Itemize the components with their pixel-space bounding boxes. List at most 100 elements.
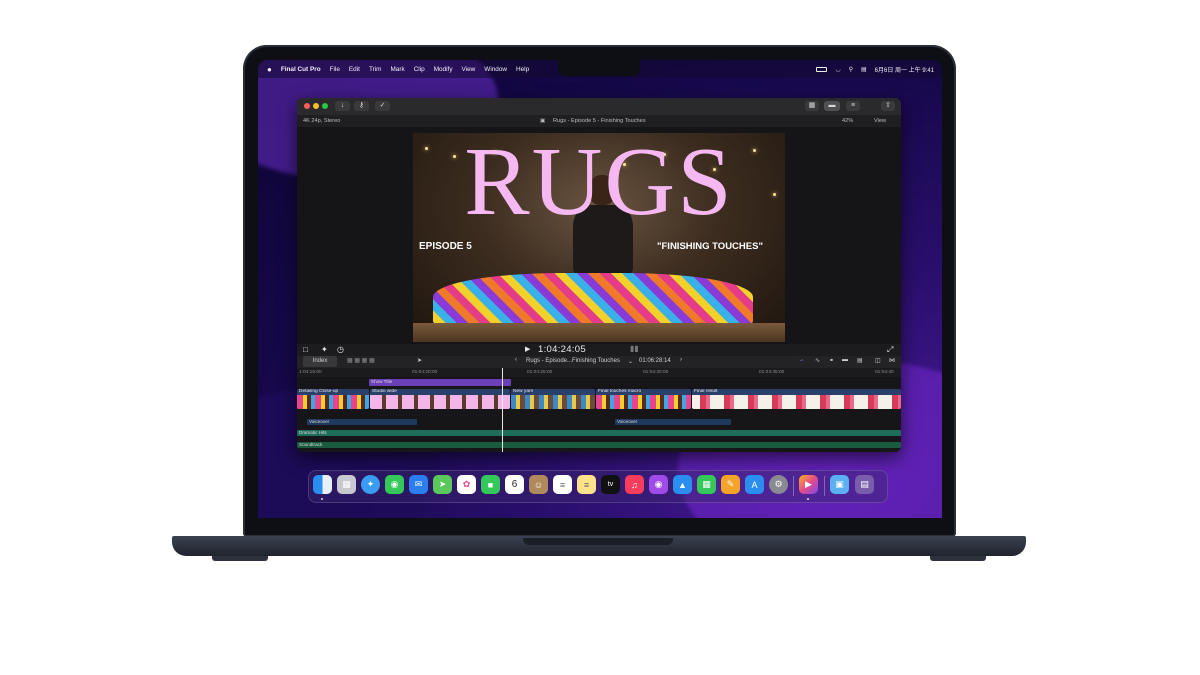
wifi-icon[interactable]: ◡ xyxy=(835,66,840,73)
messages-icon[interactable]: ◉ xyxy=(385,475,404,494)
menu-mark[interactable]: Mark xyxy=(390,66,404,73)
numbers-icon[interactable]: ▦ xyxy=(697,475,716,494)
downloads-folder-icon[interactable]: ▣ xyxy=(830,475,849,494)
menu-window[interactable]: Window xyxy=(484,66,507,73)
timeline-ruler[interactable]: 1:04:15:00 01:04:20:00 01:04:25:00 01:04… xyxy=(297,368,901,377)
running-indicator xyxy=(321,498,323,500)
share-icon: ⇧ xyxy=(885,102,891,109)
app-menu[interactable]: Final Cut Pro xyxy=(281,66,321,73)
music-clip[interactable]: Dramatic Hits xyxy=(297,430,901,436)
menu-file[interactable]: File xyxy=(330,66,340,73)
select-tool-icon[interactable]: ➤ xyxy=(417,357,422,364)
finder-icon[interactable] xyxy=(313,475,332,494)
retime-speed-icon[interactable]: ◷ xyxy=(337,345,344,354)
music-icon[interactable]: ♫ xyxy=(625,475,644,494)
menu-clip[interactable]: Clip xyxy=(414,66,425,73)
mail-icon[interactable]: ✉ xyxy=(409,475,428,494)
apple-menu-icon[interactable]: ● xyxy=(267,65,272,74)
transitions-browser-icon[interactable]: ⋈ xyxy=(889,357,895,364)
voiceover-clip[interactable]: Voiceover xyxy=(615,419,731,425)
minimize-window-button[interactable] xyxy=(313,103,319,109)
system-settings-icon[interactable]: ⚙ xyxy=(769,475,788,494)
contacts-icon[interactable]: ☺ xyxy=(529,475,548,494)
calendar-icon[interactable]: 6 xyxy=(505,475,524,494)
tv-icon[interactable]: tv xyxy=(601,475,620,494)
control-center-icon[interactable]: ▤ xyxy=(861,66,867,73)
video-clip[interactable]: Final result xyxy=(692,389,901,409)
timeline-project-name[interactable]: Rugs - Episode...Finishing Touches xyxy=(526,358,620,364)
ruler-tick: 01:04:30:00 xyxy=(643,370,669,375)
viewer-view-menu[interactable]: View xyxy=(874,118,886,124)
sliders-icon: ≡ xyxy=(850,102,856,109)
clip-appearance-icon[interactable]: ▤ xyxy=(857,357,863,364)
dock-divider xyxy=(824,476,825,496)
trash-icon[interactable]: ▤ xyxy=(855,475,874,494)
notes-icon[interactable]: ≡ xyxy=(577,475,596,494)
keywords-button[interactable]: ⚷ xyxy=(354,101,369,111)
inspector-toggle-button[interactable]: ≡ xyxy=(846,101,860,111)
enhance-wand-icon[interactable]: ✦ xyxy=(321,345,328,354)
playhead[interactable] xyxy=(502,368,503,452)
checkmark-circle-icon: ✓ xyxy=(379,102,386,109)
video-clip[interactable]: Studio wide xyxy=(370,389,510,409)
zoom-window-button[interactable] xyxy=(322,103,328,109)
soundtrack-clip[interactable]: Soundtrack xyxy=(297,442,901,448)
pages-icon[interactable]: ✎ xyxy=(721,475,740,494)
audio-meter-icon: ▮▮ xyxy=(630,344,639,353)
fullscreen-icon[interactable]: ⤢ xyxy=(887,345,893,355)
solo-icon[interactable]: ⚭ xyxy=(829,357,834,364)
project-format: 4K 24p, Stereo xyxy=(303,118,341,124)
skimming-icon[interactable]: ∽ xyxy=(799,357,804,364)
podcasts-icon[interactable]: ◉ xyxy=(649,475,668,494)
transform-tool-icon[interactable]: □ xyxy=(303,345,308,354)
spotlight-search-icon[interactable]: ⚲ xyxy=(849,66,853,73)
title-clip[interactable]: Show Title xyxy=(369,379,511,386)
video-clip[interactable]: New yarn xyxy=(511,389,595,409)
menu-edit[interactable]: Edit xyxy=(349,66,360,73)
viewer-zoom-menu[interactable]: 42% xyxy=(842,118,853,124)
video-clip[interactable]: Final touches macro xyxy=(596,389,691,409)
timeline-toggle-button[interactable]: ▬ xyxy=(824,101,840,111)
chevron-down-icon[interactable]: ⌄ xyxy=(628,358,633,365)
battery-icon[interactable] xyxy=(816,66,828,72)
background-tasks-button[interactable]: ✓ xyxy=(375,101,390,111)
effects-browser-icon[interactable]: ◫ xyxy=(875,357,881,364)
snapping-icon[interactable]: ▬ xyxy=(842,357,848,363)
browser-toggle-button[interactable]: ▦ xyxy=(805,101,819,111)
final-cut-pro-icon[interactable]: ▶ xyxy=(799,475,818,494)
facetime-icon[interactable]: ■ xyxy=(481,475,500,494)
menu-view[interactable]: View xyxy=(462,66,476,73)
safari-icon[interactable]: ✦ xyxy=(361,475,380,494)
menu-help[interactable]: Help xyxy=(516,66,529,73)
ruler-tick: 01:04:20:00 xyxy=(412,370,438,375)
launchpad-icon[interactable]: ▦ xyxy=(337,475,356,494)
calendar-day: 6 xyxy=(511,479,518,490)
audio-skimming-icon[interactable]: ∿ xyxy=(815,357,820,364)
maps-icon[interactable]: ➤ xyxy=(433,475,452,494)
forward-arrow-icon[interactable]: › xyxy=(680,357,682,363)
photos-icon[interactable]: ✿ xyxy=(457,475,476,494)
clip-filmstrip xyxy=(596,395,691,409)
share-button[interactable]: ⇧ xyxy=(881,101,895,111)
clip-name: Final result xyxy=(694,389,718,394)
menu-modify[interactable]: Modify xyxy=(434,66,453,73)
keynote-icon[interactable]: ▲ xyxy=(673,475,692,494)
menu-trim[interactable]: Trim xyxy=(369,66,382,73)
transport-bar: □ ✦ ◷ ▶ 1:04:24:05 ▮▮ ⤢ xyxy=(297,344,901,356)
close-window-button[interactable] xyxy=(304,103,310,109)
import-button[interactable]: ↓ xyxy=(335,101,350,111)
viewer-timecode[interactable]: 1:04:24:05 xyxy=(538,344,586,355)
app-store-icon[interactable]: A xyxy=(745,475,764,494)
index-button[interactable]: Index xyxy=(303,356,337,367)
back-arrow-icon[interactable]: ‹ xyxy=(515,357,517,363)
voiceover-clip[interactable]: Voiceover xyxy=(307,419,417,425)
video-clip[interactable]: Detailing Close-up xyxy=(297,389,369,409)
clip-filmstrip xyxy=(511,395,595,409)
clip-connection-icons[interactable]: ▦ ▦ ▦ ▦ xyxy=(347,357,375,364)
clip-name: Final touches macro xyxy=(598,389,642,394)
play-button[interactable]: ▶ xyxy=(525,345,530,353)
video-frame[interactable]: RUGS EPISODE 5 "FINISHING TOUCHES" xyxy=(413,133,785,342)
clip-name: Studio wide xyxy=(372,389,397,394)
menu-clock[interactable]: 6月6日 周一 上午 9:41 xyxy=(875,65,934,74)
reminders-icon[interactable]: ≡ xyxy=(553,475,572,494)
